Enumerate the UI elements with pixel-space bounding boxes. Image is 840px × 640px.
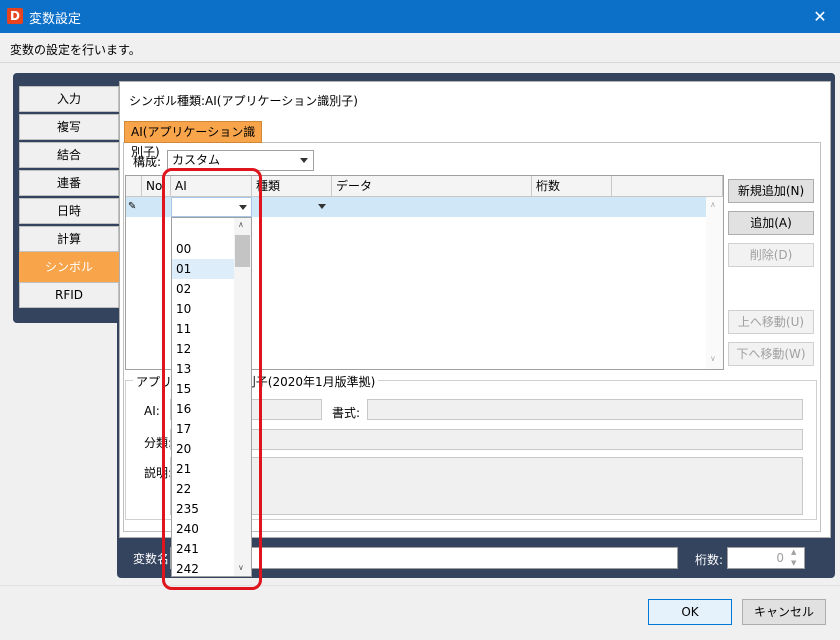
sidebar-item-symbol[interactable]: シンボル <box>19 252 119 282</box>
window-title: 変数設定 <box>29 12 82 27</box>
cancel-button[interactable]: キャンセル <box>742 599 826 625</box>
config-value: カスタム <box>172 153 221 167</box>
pencil-icon: ✎ <box>128 201 137 212</box>
stepper-down-icon[interactable]: ▼ <box>791 559 796 567</box>
grid-scrollbar[interactable] <box>706 197 723 369</box>
category-field <box>170 429 803 450</box>
grid-header-data[interactable]: データ <box>332 176 532 197</box>
sidebar-item-serial[interactable]: 連番 <box>19 170 119 196</box>
add-button[interactable]: 追加(A) <box>728 211 814 235</box>
digits-label: 桁数: <box>695 553 724 567</box>
window-subtitle: 変数の設定を行います。 <box>10 43 141 57</box>
scroll-up-icon[interactable]: ∧ <box>710 200 716 209</box>
sidebar-item-rfid[interactable]: RFID <box>19 282 119 308</box>
sidebar-item-input[interactable]: 入力 <box>19 86 119 112</box>
kind-chevron-down-icon[interactable] <box>318 204 326 209</box>
format-field-label: 書式: <box>332 406 361 420</box>
ok-button[interactable]: OK <box>648 599 732 625</box>
move-down-button[interactable]: 下へ移動(W) <box>728 342 814 366</box>
grid-header-rowselector <box>126 176 142 197</box>
scroll-down-icon[interactable]: ∨ <box>710 354 716 363</box>
delete-button[interactable]: 削除(D) <box>728 243 814 267</box>
grid-header-digits[interactable]: 桁数 <box>532 176 612 197</box>
sidebar-item-copy[interactable]: 複写 <box>19 114 119 140</box>
sidebar-item-calc[interactable]: 計算 <box>19 226 119 252</box>
sidebar-item-join[interactable]: 結合 <box>19 142 119 168</box>
grid-header-empty <box>612 176 723 197</box>
ai-field-label: AI: <box>144 404 160 418</box>
stepper-up-icon[interactable]: ▲ <box>791 548 796 556</box>
symbol-type-label: シンボル種類:AI(アプリケーション識別子) <box>129 94 358 108</box>
move-up-button[interactable]: 上へ移動(U) <box>728 310 814 334</box>
sidebar-item-datetime[interactable]: 日時 <box>19 198 119 224</box>
grid-header-kind[interactable]: 種類 <box>252 176 332 197</box>
format-field <box>367 399 803 420</box>
tab-ai[interactable]: AI(アプリケーション識別子) <box>124 121 262 159</box>
highlight-annotation <box>162 168 262 590</box>
chevron-down-icon <box>300 158 308 163</box>
title-bar <box>0 0 840 33</box>
config-label: 構成: <box>133 155 162 169</box>
description-field <box>170 457 803 515</box>
new-add-button[interactable]: 新規追加(N) <box>728 179 814 203</box>
app-logo-icon: D <box>7 8 23 24</box>
close-button[interactable]: ✕ <box>800 0 840 33</box>
